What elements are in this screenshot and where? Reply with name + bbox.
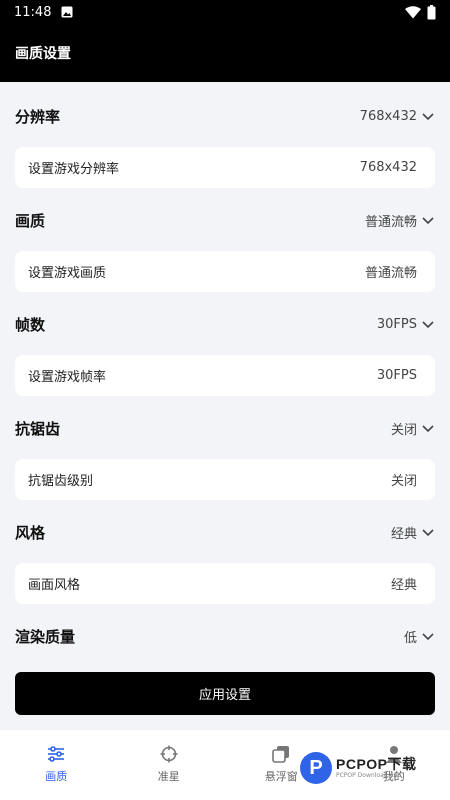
section-value: 768x432 <box>359 108 417 124</box>
section-title: 画质 <box>15 211 46 230</box>
wifi-icon <box>405 5 421 18</box>
section-header-render-quality[interactable]: 渲染质量 低 <box>15 622 435 650</box>
chevron-down-icon <box>422 321 434 329</box>
tab-label: 准星 <box>157 770 180 783</box>
section-dropdown[interactable]: 768x432 <box>360 109 435 124</box>
settings-content: 分辨率 768x432 设置游戏分辨率 768x432 画质 普通流畅 设置游戏… <box>0 82 450 730</box>
tab-crosshair[interactable]: 准星 <box>113 730 226 800</box>
section-value: 普通流畅 <box>364 214 417 230</box>
card-label: 设置游戏分辨率 <box>28 162 120 177</box>
status-bar: 11:48 <box>0 0 450 24</box>
chevron-down-icon <box>422 217 434 225</box>
setting-card-resolution[interactable]: 设置游戏分辨率 768x432 <box>15 147 435 188</box>
tab-label: 悬浮窗 <box>264 770 298 783</box>
card-value: 30FPS <box>376 368 417 383</box>
section-header-resolution[interactable]: 分辨率 768x432 <box>15 102 435 130</box>
section-title: 帧数 <box>15 315 46 334</box>
chevron-down-icon <box>422 113 434 121</box>
tab-floating-window[interactable]: 悬浮窗 <box>225 730 338 800</box>
section-header-fps[interactable]: 帧数 30FPS <box>15 310 435 338</box>
section-value: 经典 <box>390 526 417 542</box>
chevron-down-icon <box>422 529 434 537</box>
tab-label: 我的 <box>382 770 405 783</box>
card-value: 普通流畅 <box>364 266 417 281</box>
section-title: 分辨率 <box>15 107 61 126</box>
section-dropdown[interactable]: 关闭 <box>391 419 435 438</box>
card-label: 抗锯齿级别 <box>28 474 94 489</box>
section-header-quality[interactable]: 画质 普通流畅 <box>15 206 435 234</box>
section-title: 风格 <box>15 523 46 542</box>
chevron-down-icon <box>422 425 434 433</box>
setting-card-antialiasing[interactable]: 抗锯齿级别 关闭 <box>15 459 435 500</box>
setting-card-quality[interactable]: 设置游戏画质 普通流畅 <box>15 251 435 292</box>
card-value: 经典 <box>390 578 417 593</box>
section-dropdown[interactable]: 普通流畅 <box>365 211 435 230</box>
section-value: 低 <box>403 630 417 646</box>
section-title: 渲染质量 <box>15 627 76 646</box>
battery-icon <box>427 4 436 19</box>
setting-card-style[interactable]: 画面风格 经典 <box>15 563 435 604</box>
apply-settings-button[interactable]: 应用设置 <box>15 672 435 715</box>
section-value: 关闭 <box>390 422 417 438</box>
section-header-antialiasing[interactable]: 抗锯齿 关闭 <box>15 414 435 442</box>
setting-card-fps[interactable]: 设置游戏帧率 30FPS <box>15 355 435 396</box>
section-value: 30FPS <box>376 316 417 332</box>
card-label: 设置游戏帧率 <box>28 370 107 385</box>
status-time: 11:48 <box>14 4 52 20</box>
gallery-notification-icon <box>61 6 73 18</box>
window-stack-icon <box>272 746 290 763</box>
section-dropdown[interactable]: 经典 <box>391 523 435 542</box>
card-value: 关闭 <box>390 474 417 489</box>
bottom-tab-bar: 画质 准星 悬浮窗 我的 <box>0 730 450 800</box>
page-title: 画质设置 <box>15 46 71 62</box>
crosshair-icon <box>160 745 178 763</box>
sliders-icon <box>48 746 65 762</box>
tab-profile[interactable]: 我的 <box>338 730 450 800</box>
section-dropdown[interactable]: 30FPS <box>377 317 435 332</box>
section-title: 抗锯齿 <box>15 419 61 438</box>
section-header-style[interactable]: 风格 经典 <box>15 518 435 546</box>
user-icon <box>385 746 402 763</box>
app-bar: 画质设置 <box>0 24 450 82</box>
card-label: 画面风格 <box>28 578 81 593</box>
chevron-down-icon <box>422 633 434 641</box>
section-dropdown[interactable]: 低 <box>404 627 435 646</box>
tab-label: 画质 <box>45 770 68 783</box>
card-label: 设置游戏画质 <box>28 266 107 281</box>
card-value: 768x432 <box>359 160 417 175</box>
tab-quality[interactable]: 画质 <box>0 730 113 800</box>
